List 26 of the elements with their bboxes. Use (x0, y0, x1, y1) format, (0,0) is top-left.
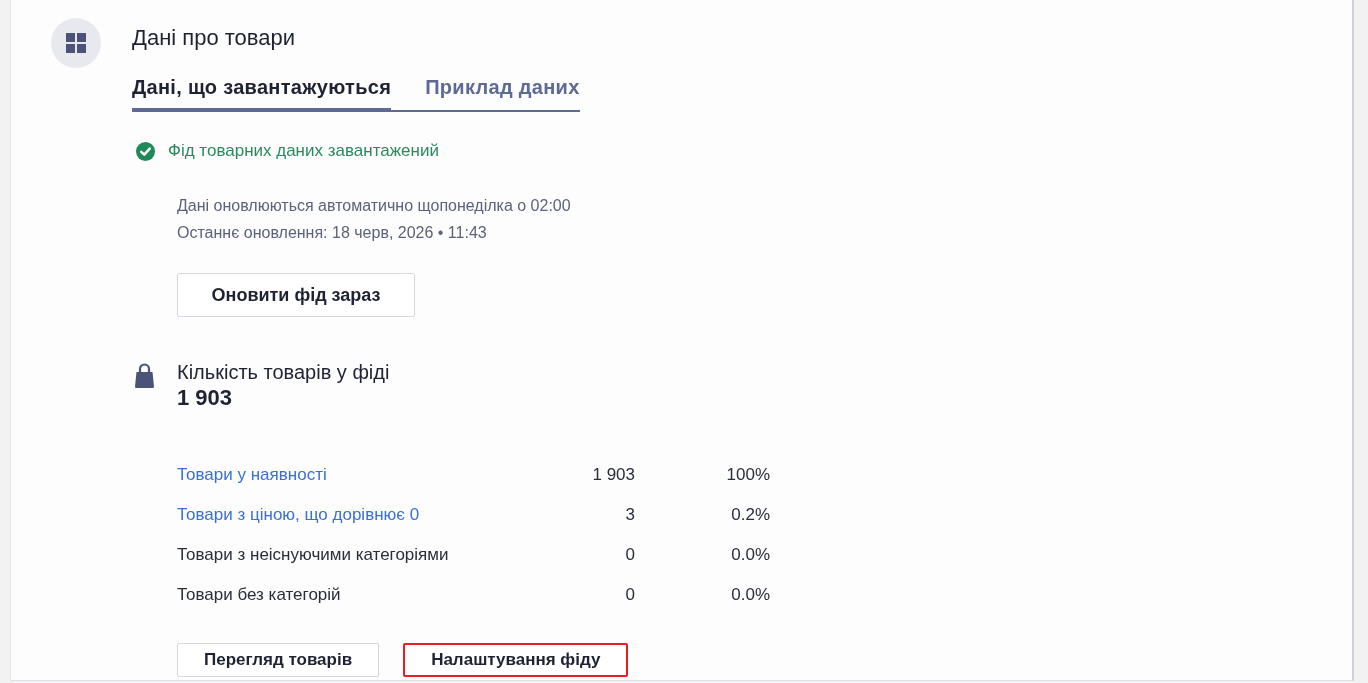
shopping-bag-icon (135, 363, 154, 388)
grid-icon (66, 33, 86, 53)
action-button[interactable]: Перегляд товарів (177, 643, 380, 677)
count-cell: 0 (625, 585, 635, 605)
breakdown-label: Товари без категорій (177, 585, 341, 605)
schedule-text: Останнє оновлення: 18 черв, 2026 • 11:43 (177, 223, 487, 243)
share-cell: 100% (726, 465, 770, 485)
section-title: Дані про товари (132, 24, 296, 52)
check-circle-icon (136, 141, 155, 161)
schedule-text: Дані оновлюються автоматично щопонеділка о 02:00 (177, 196, 571, 216)
refresh-feed-button[interactable]: Оновити фід зараз (177, 273, 415, 317)
breakdown-link[interactable]: Товари з ціною, що дорівнює 0 (177, 505, 420, 525)
breakdown-label: Товари з неіснуючими категоріями (177, 545, 449, 565)
share-cell: 0.2% (731, 505, 770, 525)
count-cell: 0 (625, 545, 635, 565)
count-cell: 3 (625, 505, 635, 525)
share-cell: 0.0% (731, 585, 770, 605)
action-button[interactable]: Налаштування фіду (403, 643, 629, 677)
tab[interactable]: Приклад даних (391, 74, 580, 112)
product-count-value: 1 903 (177, 385, 233, 411)
count-cell: 1 903 (592, 465, 635, 485)
product-count-label: Кількість товарів у фіді (177, 360, 390, 385)
breakdown-link[interactable]: Товари у наявності (177, 465, 327, 485)
tab[interactable]: Дані, що завантажуються (132, 74, 392, 112)
share-cell: 0.0% (731, 545, 770, 565)
status-message: Фід товарних даних завантажений (168, 141, 439, 161)
